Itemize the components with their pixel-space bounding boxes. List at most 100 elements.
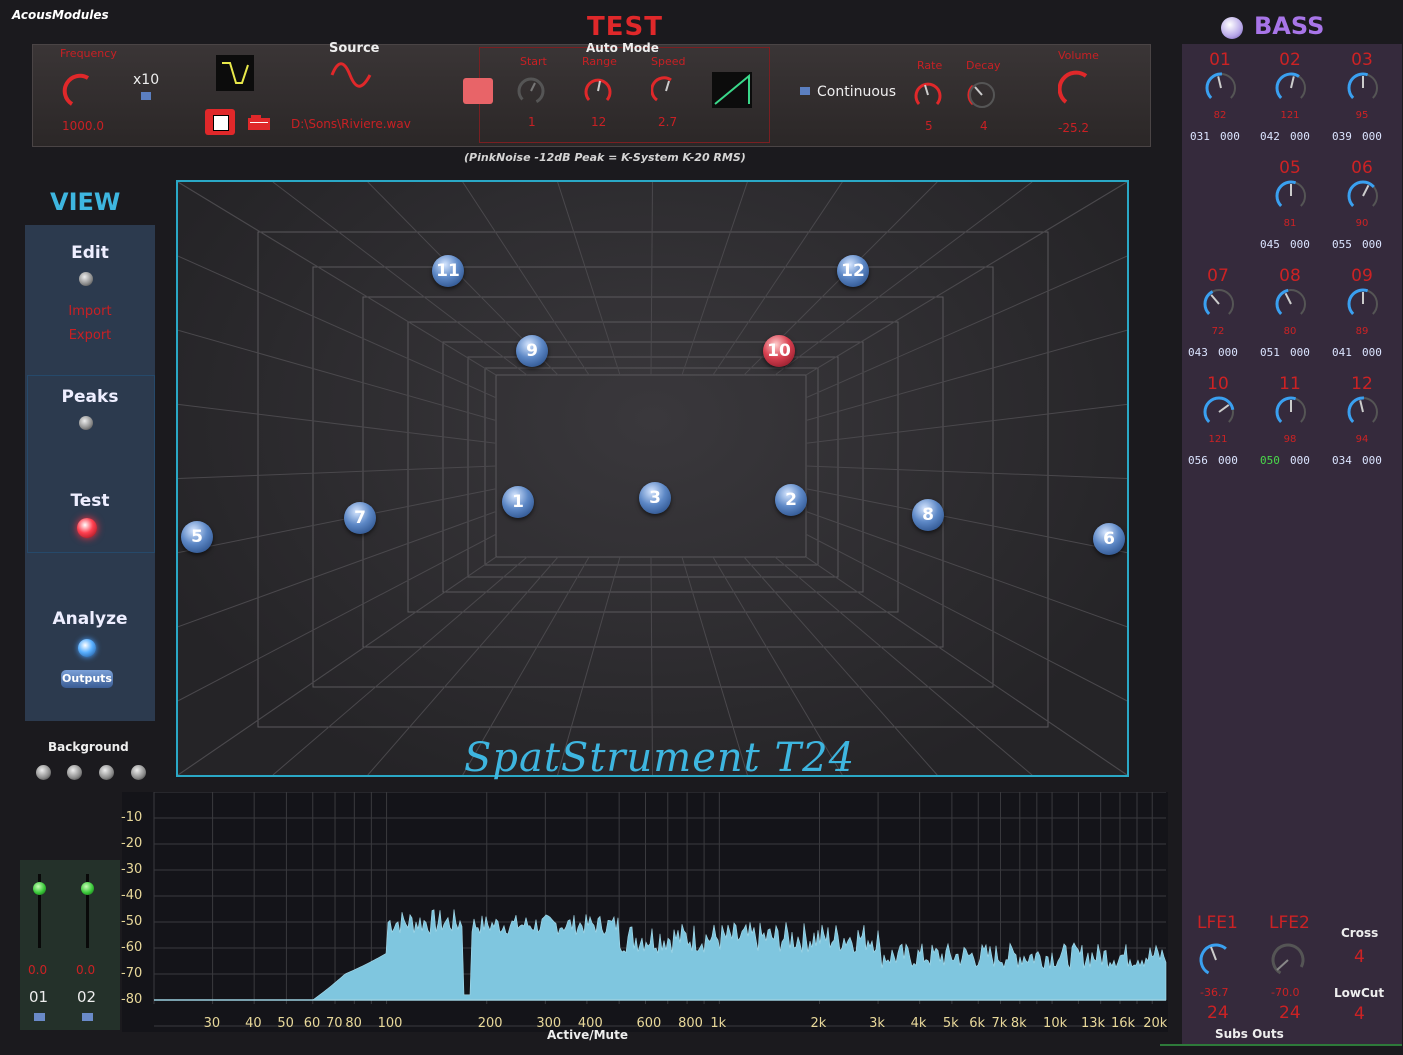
bass-channel-gain[interactable]: 000: [1362, 454, 1382, 467]
continuous-checkbox[interactable]: [800, 87, 810, 95]
lowcut-value[interactable]: 4: [1354, 1004, 1365, 1024]
bass-channel-knob[interactable]: [1201, 286, 1237, 322]
bass-channel-gain[interactable]: 000: [1362, 346, 1382, 359]
background-option-4[interactable]: [131, 765, 146, 780]
bass-channel-number: 05: [1279, 158, 1301, 178]
speaker-7[interactable]: 7: [344, 502, 376, 534]
active-mute-label[interactable]: Active/Mute: [547, 1028, 628, 1042]
ramp-shape-button[interactable]: [712, 72, 752, 108]
bass-channel-knob[interactable]: [1273, 70, 1309, 106]
subs-outs-divider: [1160, 1044, 1402, 1046]
edit-toggle[interactable]: [79, 272, 93, 286]
auto-mode-button[interactable]: [463, 78, 493, 104]
bass-channel-knob[interactable]: [1203, 70, 1239, 106]
lfe2-knob[interactable]: [1268, 942, 1308, 978]
bass-channel-delay[interactable]: 041: [1332, 346, 1352, 359]
bass-channel-gain[interactable]: 000: [1218, 346, 1238, 359]
speed-knob[interactable]: [651, 76, 681, 106]
speaker-1[interactable]: 1: [502, 486, 534, 518]
analyzer-y-tick: -40: [121, 888, 143, 903]
background-option-2[interactable]: [67, 765, 82, 780]
fader-2-handle[interactable]: [81, 882, 94, 895]
decay-knob[interactable]: [967, 80, 997, 110]
fader-2-mute[interactable]: [82, 1013, 93, 1021]
x10-toggle[interactable]: [141, 92, 151, 100]
continuous-label: Continuous: [817, 84, 897, 100]
export-link[interactable]: Export: [25, 328, 155, 343]
bass-channel-delay[interactable]: 031: [1190, 130, 1210, 143]
bass-channel-delay[interactable]: 055: [1332, 238, 1352, 251]
bass-channel-delay[interactable]: 045: [1260, 238, 1280, 251]
import-link[interactable]: Import: [25, 304, 155, 319]
bass-channel-delay[interactable]: 043: [1188, 346, 1208, 359]
outputs-button[interactable]: Outputs: [61, 670, 113, 688]
bass-channel-delay[interactable]: 042: [1260, 130, 1280, 143]
cross-value[interactable]: 4: [1354, 947, 1365, 967]
speaker-3[interactable]: 3: [639, 482, 671, 514]
analyzer-x-tick: 4k: [910, 1016, 927, 1031]
bass-channel-gain[interactable]: 000: [1218, 454, 1238, 467]
bass-channel-knob[interactable]: [1273, 394, 1309, 430]
volume-knob[interactable]: [1058, 70, 1096, 108]
speaker-11[interactable]: 11: [432, 255, 464, 287]
background-option-3[interactable]: [99, 765, 114, 780]
bass-channel-gain[interactable]: 000: [1290, 238, 1310, 251]
bass-channel-knob[interactable]: [1345, 70, 1381, 106]
speaker-8[interactable]: 8: [912, 499, 944, 531]
speaker-5[interactable]: 5: [181, 521, 213, 553]
bass-channel-knob[interactable]: [1201, 394, 1237, 430]
fader-1-handle[interactable]: [33, 882, 46, 895]
app-title: AcousModules: [12, 8, 109, 22]
background-option-1[interactable]: [36, 765, 51, 780]
lfe2-label: LFE2: [1269, 913, 1310, 933]
bass-channel-gain[interactable]: 000: [1290, 346, 1310, 359]
bass-channel-number: 10: [1207, 374, 1229, 394]
frequency-label: Frequency: [60, 47, 117, 60]
peaks-toggle[interactable]: [79, 416, 93, 430]
bass-channel-delay[interactable]: 051: [1260, 346, 1280, 359]
analyzer-x-tick: 100: [377, 1016, 403, 1031]
bass-channel-delay[interactable]: 050: [1260, 454, 1280, 467]
bass-channel-gain[interactable]: 000: [1220, 130, 1240, 143]
speaker-6[interactable]: 6: [1093, 523, 1125, 555]
bass-channel-gain[interactable]: 000: [1290, 454, 1310, 467]
range-knob[interactable]: [583, 76, 613, 106]
bass-channel-value: 89: [1355, 326, 1369, 337]
bass-channel-gain[interactable]: 000: [1362, 130, 1382, 143]
bass-channel-delay[interactable]: 034: [1332, 454, 1352, 467]
bass-channel-knob[interactable]: [1273, 178, 1309, 214]
bass-channel-knob[interactable]: [1273, 286, 1309, 322]
speaker-10[interactable]: 10: [763, 335, 795, 367]
fader-1-mute[interactable]: [34, 1013, 45, 1021]
bass-channel-knob[interactable]: [1345, 178, 1381, 214]
speaker-9[interactable]: 9: [516, 335, 548, 367]
bass-channel-gain[interactable]: 000: [1362, 238, 1382, 251]
stop-button[interactable]: [205, 109, 235, 135]
bass-channel-gain[interactable]: 000: [1290, 130, 1310, 143]
bass-toggle-icon[interactable]: [1221, 17, 1243, 39]
bass-channel-number: 09: [1351, 266, 1373, 286]
rate-label: Rate: [917, 59, 943, 72]
bass-channel-delay[interactable]: 056: [1188, 454, 1208, 467]
folder-icon[interactable]: [247, 114, 271, 131]
frequency-knob[interactable]: [62, 72, 98, 108]
start-knob[interactable]: [516, 76, 546, 106]
spatial-stage[interactable]: 1 2 3 5 6 7 8 9 10 11 12: [176, 180, 1129, 777]
analyzer-y-tick: -10: [121, 810, 143, 825]
bass-channel-delay[interactable]: 039: [1332, 130, 1352, 143]
lfe1-knob[interactable]: [1196, 942, 1236, 978]
file-path[interactable]: D:\Sons\Riviere.wav: [291, 117, 411, 131]
test-toggle[interactable]: [77, 518, 97, 538]
bass-channel-knob[interactable]: [1345, 286, 1381, 322]
speaker-2[interactable]: 2: [775, 484, 807, 516]
analyze-toggle[interactable]: [78, 639, 96, 657]
fader-1-value: 0.0: [28, 963, 48, 977]
analyzer-x-tick: 60: [303, 1016, 321, 1031]
rate-knob[interactable]: [913, 80, 943, 110]
analyzer-x-tick: 10k: [1043, 1016, 1068, 1031]
bass-channel-knob[interactable]: [1345, 394, 1381, 430]
bass-channel-number: 07: [1207, 266, 1229, 286]
filter-shape-button[interactable]: [216, 55, 254, 91]
sine-wave-icon[interactable]: [330, 60, 374, 90]
speaker-12[interactable]: 12: [837, 255, 869, 287]
